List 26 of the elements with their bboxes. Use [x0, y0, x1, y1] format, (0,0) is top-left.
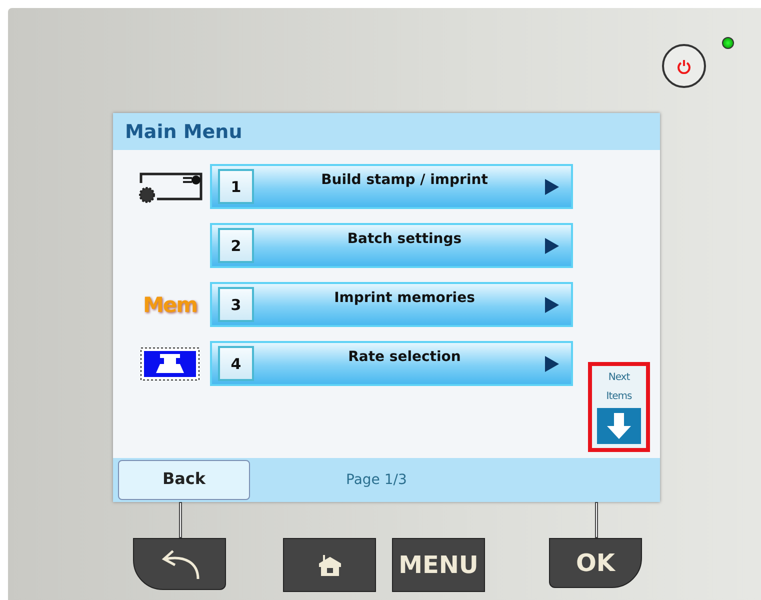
item-number: 1 [218, 169, 254, 204]
item-number: 3 [218, 287, 254, 322]
power-icon [677, 58, 691, 74]
menu-item[interactable]: 2 Batch settings [210, 223, 573, 268]
menu-item[interactable]: 3 Imprint memories [210, 282, 573, 327]
item-number: 4 [218, 346, 254, 381]
stamp-icon [140, 346, 200, 380]
back-key[interactable] [133, 538, 226, 590]
screen-title: Main Menu [113, 113, 660, 150]
play-arrow-icon [545, 356, 559, 372]
power-button[interactable] [662, 44, 706, 88]
next-items-button[interactable]: Next Items [588, 362, 650, 452]
menu-item[interactable]: 4 Rate selection [210, 341, 573, 386]
page-indicator: Page 1/3 [346, 472, 407, 488]
home-icon [318, 553, 340, 577]
back-button[interactable]: Back [118, 460, 250, 500]
home-key[interactable] [283, 538, 376, 592]
hardware-key[interactable]: OK [549, 538, 642, 588]
memory-label: Mem [142, 292, 198, 316]
envelope-icon [137, 170, 203, 202]
play-arrow-icon [545, 178, 559, 194]
item-number: 2 [218, 228, 254, 263]
hardware-key[interactable]: MENU [392, 538, 485, 592]
play-arrow-icon [545, 238, 559, 254]
play-arrow-icon [545, 296, 559, 312]
menu-item[interactable]: 1 Build stamp / imprint [210, 164, 573, 209]
